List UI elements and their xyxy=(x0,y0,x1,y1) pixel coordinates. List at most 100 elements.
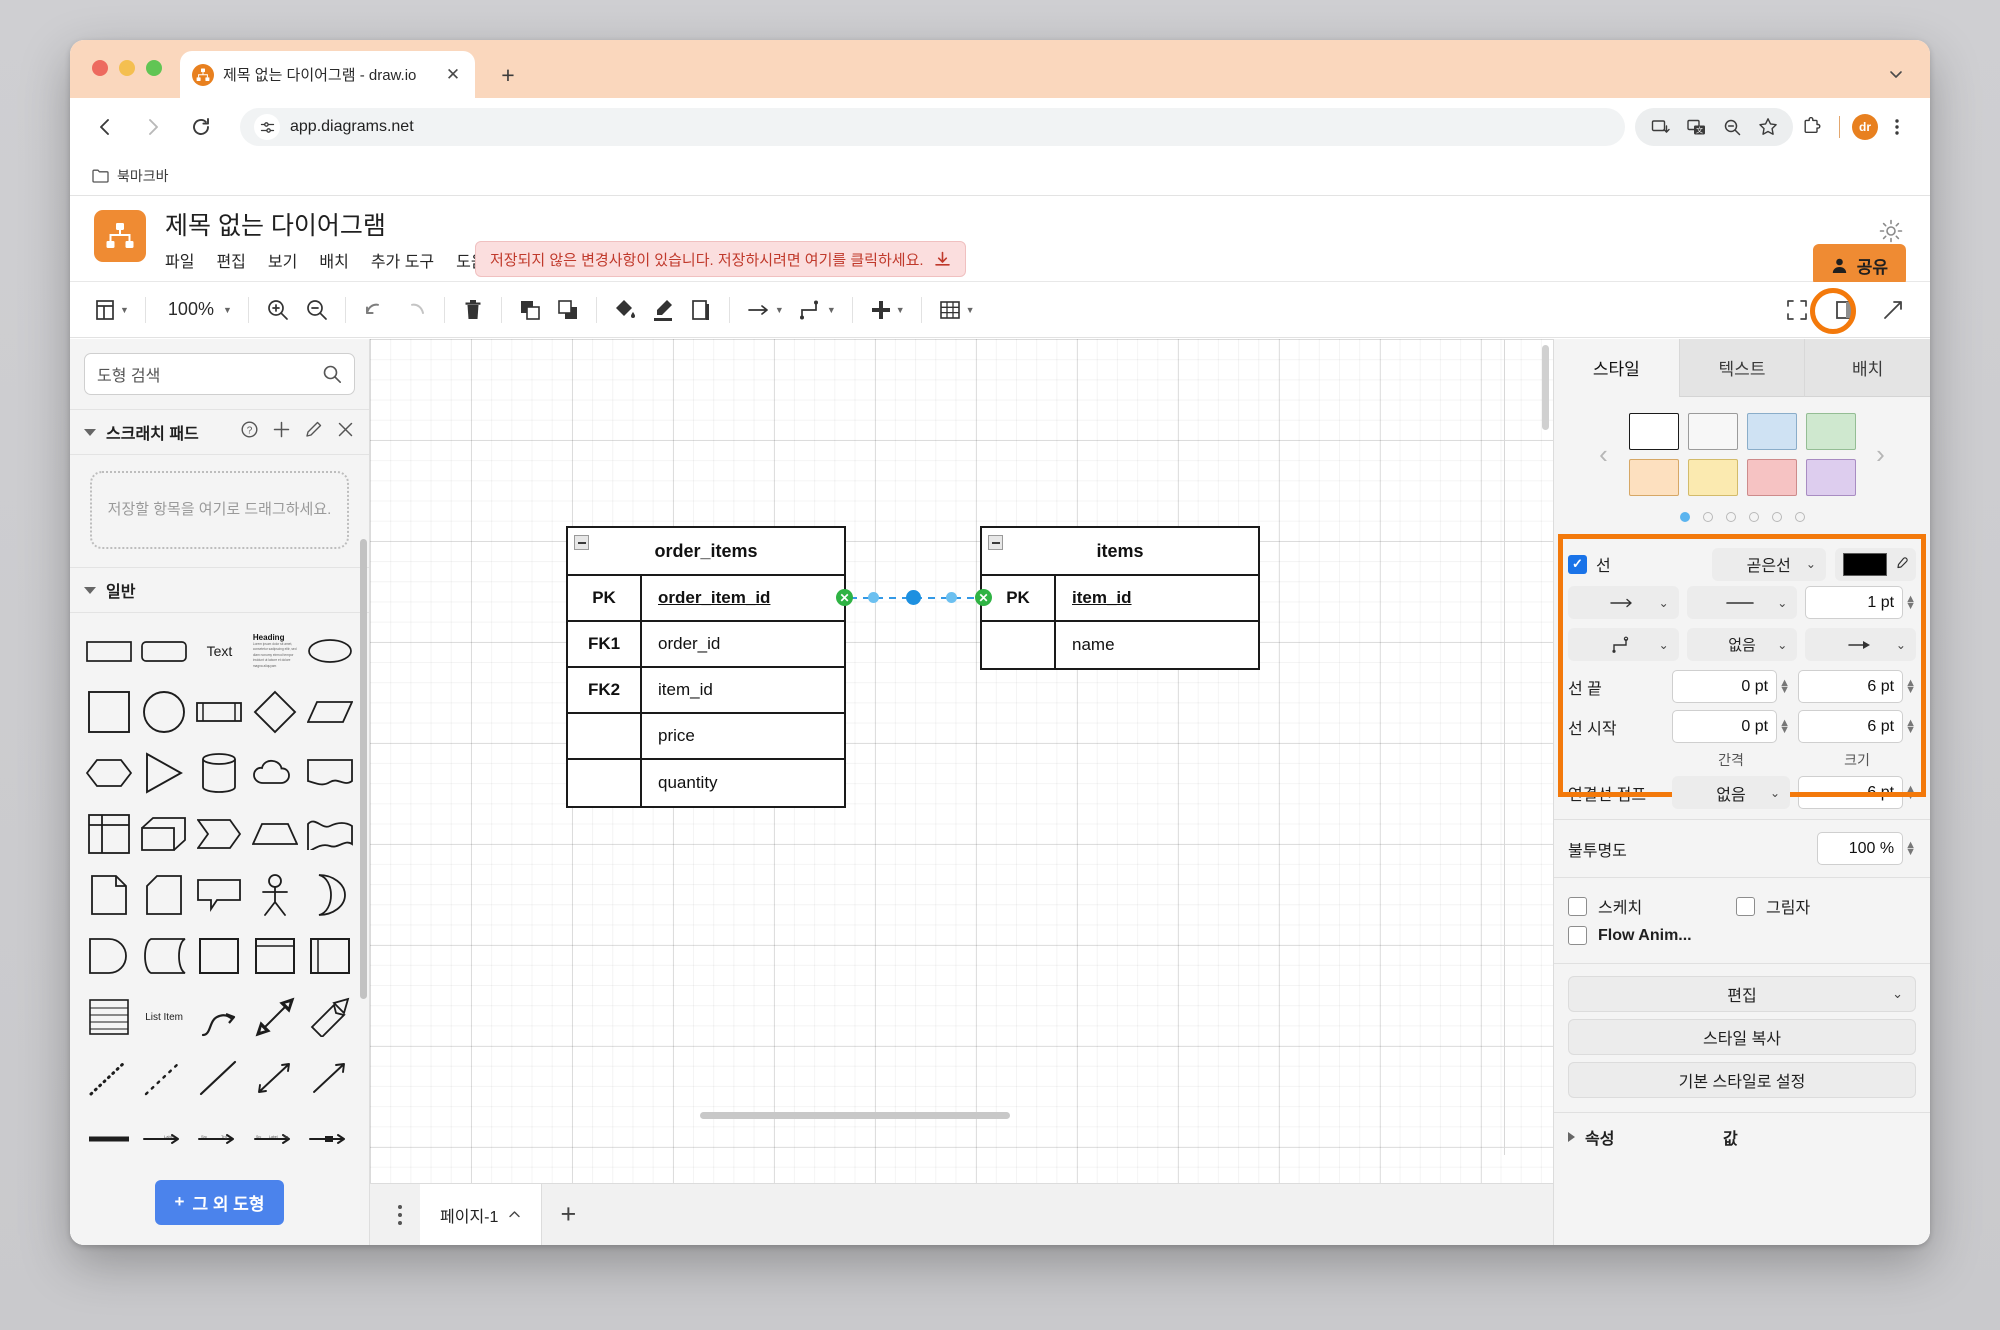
shape-directional-arrow[interactable] xyxy=(306,1056,355,1100)
forward-arrow-icon[interactable] xyxy=(136,110,170,144)
shape-hexagon[interactable] xyxy=(84,751,133,795)
shape-arrow-with-box[interactable] xyxy=(306,1117,355,1161)
shape-square[interactable] xyxy=(84,690,133,734)
line-start-arrow-select[interactable]: ⌄ xyxy=(1568,586,1679,619)
edge-waypoint[interactable] xyxy=(946,592,957,603)
shape-search-input[interactable]: 도형 검색 xyxy=(84,353,355,395)
shape-ellipse[interactable] xyxy=(306,629,355,673)
line-start-arrow-type-select[interactable]: 없음 ⌄ xyxy=(1686,628,1798,661)
edge-source-endpoint[interactable]: ✕ xyxy=(836,589,853,606)
edit-icon[interactable] xyxy=(304,420,323,444)
shape-diamond[interactable] xyxy=(250,690,299,734)
new-tab-button[interactable]: + xyxy=(495,62,521,88)
opacity-stepper[interactable]: 100 % ▲ ▼ xyxy=(1817,832,1916,865)
shape-trapezoid[interactable] xyxy=(250,812,299,856)
er-table-order-items[interactable]: order_items PK order_item_id FK1 order_i… xyxy=(566,526,846,808)
sketch-checkbox[interactable]: ✓ xyxy=(1568,896,1587,916)
shape-text[interactable]: Text xyxy=(195,629,244,673)
close-tab-icon[interactable]: ✕ xyxy=(443,65,463,85)
properties-header-row[interactable]: 속성 값 xyxy=(1554,1112,1930,1161)
shape-list-item[interactable]: List Item xyxy=(139,995,188,1039)
shape-thick-line[interactable] xyxy=(84,1117,133,1161)
shape-document[interactable] xyxy=(306,751,355,795)
unsaved-changes-banner[interactable]: 저장되지 않은 변경사항이 있습니다. 저장하시려면 여기를 클릭하세요. xyxy=(475,241,966,277)
translate-icon[interactable]: 文 xyxy=(1681,112,1711,142)
swatch-page-dot[interactable] xyxy=(1748,512,1759,522)
shape-process[interactable] xyxy=(195,690,244,734)
line-color-button[interactable] xyxy=(644,290,682,330)
redo-button[interactable] xyxy=(395,290,435,330)
star-icon[interactable] xyxy=(1753,112,1783,142)
selected-edge[interactable]: ✕ ✕ xyxy=(836,589,992,606)
line-end-arrow-type-select[interactable]: ⌄ xyxy=(1805,628,1916,661)
edge-waypoint[interactable] xyxy=(868,592,879,603)
er-row[interactable]: name xyxy=(982,622,1258,668)
style-swatch[interactable] xyxy=(1687,459,1738,496)
tab-arrange[interactable]: 배치 xyxy=(1804,339,1930,397)
shape-vertical-container[interactable] xyxy=(306,934,355,978)
line-dash-style-select[interactable]: ⌄ xyxy=(1686,586,1798,619)
shape-note[interactable] xyxy=(84,873,133,917)
shape-or[interactable] xyxy=(306,873,355,917)
three-dot-menu-icon[interactable] xyxy=(1882,112,1912,142)
style-swatch[interactable] xyxy=(1805,413,1856,450)
canvas-vertical-scrollbar[interactable] xyxy=(1542,345,1549,430)
shape-double-arrow[interactable] xyxy=(250,995,299,1039)
style-swatch[interactable] xyxy=(1805,459,1856,496)
collapse-icon[interactable] xyxy=(988,535,1003,550)
zoom-level-button[interactable]: 100% ▼ xyxy=(155,290,239,330)
shadow-button[interactable] xyxy=(682,290,720,330)
site-settings-icon[interactable] xyxy=(254,114,280,140)
swatch-page-dot[interactable] xyxy=(1771,512,1782,522)
swatch-page-dot[interactable] xyxy=(1702,512,1713,522)
add-icon[interactable] xyxy=(272,420,291,444)
diagram-canvas[interactable]: order_items PK order_item_id FK1 order_i… xyxy=(370,339,1553,1183)
swatch-page-dot[interactable] xyxy=(1725,512,1736,522)
view-dropdown-button[interactable]: ▼ xyxy=(86,290,136,330)
extensions-icon[interactable] xyxy=(1797,112,1827,142)
er-row[interactable]: price xyxy=(568,714,844,760)
zoom-out-button[interactable] xyxy=(297,290,336,330)
shape-rectangle[interactable] xyxy=(84,629,133,673)
edge-midpoint-handle[interactable] xyxy=(906,590,921,605)
close-icon[interactable] xyxy=(336,420,355,444)
add-page-button[interactable]: + xyxy=(542,1184,594,1246)
shape-line[interactable] xyxy=(195,1056,244,1100)
collapse-panel-button[interactable] xyxy=(1874,290,1912,330)
collapse-icon[interactable] xyxy=(574,535,589,550)
flow-animation-checkbox[interactable]: ✓ xyxy=(1568,926,1587,945)
scratchpad-dropzone[interactable]: 저장할 항목을 여기로 드래그하세요. xyxy=(90,471,349,549)
chevron-right-icon[interactable]: › xyxy=(1870,439,1892,470)
er-row[interactable]: FK2 item_id xyxy=(568,668,844,714)
er-table-header[interactable]: items xyxy=(982,528,1258,576)
chevron-down-icon[interactable] xyxy=(1884,62,1908,86)
page-tab-page-1[interactable]: 페이지-1 xyxy=(420,1183,543,1245)
help-icon[interactable]: ? xyxy=(240,420,259,444)
maximize-window-button[interactable] xyxy=(146,60,162,76)
set-default-style-button[interactable]: 기본 스타일로 설정 xyxy=(1568,1062,1916,1098)
menu-file[interactable]: 파일 xyxy=(165,248,194,272)
shapes-panel-scrollbar[interactable] xyxy=(360,539,367,999)
shape-card[interactable] xyxy=(139,873,188,917)
insert-button[interactable]: ▼ xyxy=(862,290,912,330)
edit-style-button[interactable]: 편집 ⌄ xyxy=(1568,976,1916,1012)
shape-actor[interactable] xyxy=(250,873,299,917)
edge-target-endpoint[interactable]: ✕ xyxy=(975,589,992,606)
back-arrow-icon[interactable] xyxy=(88,110,122,144)
er-table-header[interactable]: order_items xyxy=(568,528,844,576)
scratchpad-section-header[interactable]: 스크래치 패드 ? xyxy=(70,409,369,455)
shape-step[interactable] xyxy=(195,812,244,856)
delete-button[interactable] xyxy=(454,290,492,330)
shape-delay[interactable] xyxy=(84,934,133,978)
shape-dashed-line[interactable] xyxy=(139,1056,188,1100)
shape-labeled-arrow[interactable]: Label xyxy=(139,1117,188,1161)
shape-cube[interactable] xyxy=(139,812,188,856)
fill-color-button[interactable] xyxy=(606,290,644,330)
canvas-horizontal-scrollbar[interactable] xyxy=(700,1112,1010,1119)
shape-bidirectional-arrow[interactable] xyxy=(250,1056,299,1100)
to-back-button[interactable] xyxy=(549,290,587,330)
install-icon[interactable] xyxy=(1645,112,1675,142)
reload-icon[interactable] xyxy=(184,110,218,144)
er-row[interactable]: PK item_id xyxy=(982,576,1258,622)
tab-style[interactable]: 스타일 xyxy=(1554,339,1679,397)
